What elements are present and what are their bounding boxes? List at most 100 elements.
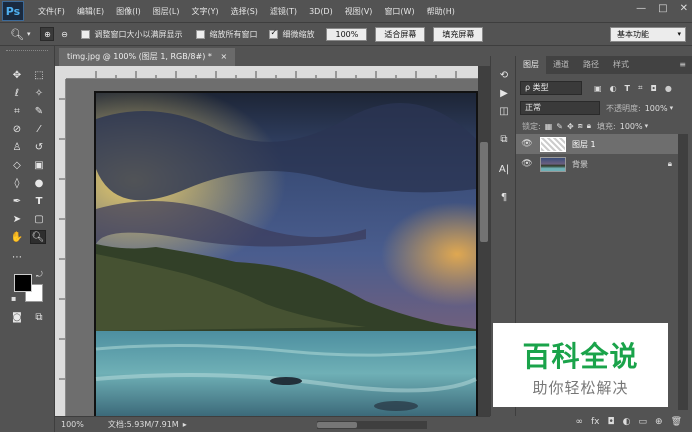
menu-filter[interactable]: 滤镜(T): [270, 6, 297, 17]
zoom-in-button[interactable]: ⊕: [40, 27, 55, 41]
delete-layer-icon[interactable]: 🗑: [671, 417, 682, 427]
new-layer-icon[interactable]: ⊕: [655, 417, 663, 427]
zoom-tool-preset[interactable]: 🔍︎ ▾: [10, 28, 30, 41]
document-tab[interactable]: timg.jpg @ 100% (图层 1, RGB/8#) * ×: [59, 48, 236, 66]
paragraph-panel-icon[interactable]: ¶: [496, 190, 512, 204]
layer-name[interactable]: 背景: [572, 159, 588, 170]
layer-name[interactable]: 图层 1: [572, 139, 596, 150]
marquee-tool-icon[interactable]: ⬚: [31, 68, 47, 82]
tab-layers[interactable]: 图层: [516, 56, 546, 74]
filter-adjustment-icon[interactable]: ◐: [610, 84, 617, 93]
brush-tool-icon[interactable]: ⁄: [31, 122, 47, 136]
opacity-input[interactable]: 100%: [645, 104, 668, 113]
filter-smart-object-icon[interactable]: ◘: [651, 84, 657, 93]
shape-tool-icon[interactable]: ▢: [31, 212, 47, 226]
hand-tool-icon[interactable]: ✋: [9, 230, 25, 244]
canvas-vertical-scrollbar[interactable]: [478, 66, 490, 416]
chevron-down-icon[interactable]: ▾: [670, 104, 674, 112]
clone-source-panel-icon[interactable]: ⧉: [496, 132, 512, 146]
horizontal-scroll-thumb[interactable]: [317, 422, 357, 428]
blur-tool-icon[interactable]: ◊: [9, 176, 25, 190]
menu-type[interactable]: 文字(Y): [191, 6, 218, 17]
gradient-tool-icon[interactable]: ▣: [31, 158, 47, 172]
tab-styles[interactable]: 样式: [606, 56, 636, 74]
layer-row-layer1[interactable]: 👁︎ 图层 1: [516, 134, 678, 154]
resize-windows-checkbox[interactable]: [81, 29, 91, 39]
panel-menu-icon[interactable]: ≡: [679, 56, 686, 74]
magic-wand-tool-icon[interactable]: ✧: [31, 86, 47, 100]
filter-shape-icon[interactable]: ⌗: [638, 83, 643, 93]
close-button[interactable]: ✕: [680, 3, 688, 14]
resize-windows-option[interactable]: 调整窗口大小以满屏显示: [81, 29, 182, 40]
filter-toggle-icon[interactable]: ●: [665, 84, 672, 93]
lock-image-icon[interactable]: ✎: [556, 122, 563, 131]
layer-style-icon[interactable]: fx: [591, 417, 600, 427]
pen-tool-icon[interactable]: ✒: [9, 194, 25, 208]
screen-mode-icon[interactable]: ⧉: [31, 310, 47, 324]
swap-colors-icon[interactable]: ⤾: [36, 270, 43, 280]
fill-screen-button[interactable]: 填充屏幕: [433, 26, 484, 42]
tab-channels[interactable]: 通道: [546, 56, 576, 74]
actions-panel-icon[interactable]: ▶: [496, 86, 512, 100]
zoom-all-option[interactable]: 缩放所有窗口: [196, 29, 257, 40]
lock-artboard-icon[interactable]: ⧈: [578, 121, 583, 131]
lock-position-icon[interactable]: ✥: [567, 122, 574, 131]
move-tool-icon[interactable]: ✥: [9, 68, 25, 82]
workspace-select[interactable]: 基本功能 ▾: [610, 27, 686, 42]
status-zoom[interactable]: 100%: [61, 420, 84, 429]
default-colors-icon[interactable]: ▪: [11, 294, 16, 303]
history-brush-tool-icon[interactable]: ↺: [31, 140, 47, 154]
more-tools-icon[interactable]: ⋯: [9, 250, 25, 264]
tab-paths[interactable]: 路径: [576, 56, 606, 74]
add-mask-icon[interactable]: ◘: [608, 417, 615, 427]
eraser-tool-icon[interactable]: ◇: [9, 158, 25, 172]
zoom-100-button[interactable]: 100%: [326, 27, 368, 41]
foreground-color-swatch[interactable]: [14, 274, 32, 292]
menu-select[interactable]: 选择(S): [231, 6, 258, 17]
close-tab-icon[interactable]: ×: [220, 52, 227, 61]
minimize-button[interactable]: —: [636, 3, 646, 14]
status-arrow-icon[interactable]: ▸: [183, 420, 187, 429]
blend-mode-select[interactable]: 正常: [520, 101, 600, 115]
link-layers-icon[interactable]: ∞: [576, 417, 584, 427]
new-group-icon[interactable]: ▭: [639, 417, 648, 427]
clone-stamp-tool-icon[interactable]: ♙: [9, 140, 25, 154]
layer-filter-select[interactable]: ρ 类型: [520, 81, 582, 95]
eyedropper-tool-icon[interactable]: ✎: [31, 104, 47, 118]
canvas-horizontal-scrollbar[interactable]: [317, 421, 427, 429]
menu-help[interactable]: 帮助(H): [427, 6, 455, 17]
fill-input[interactable]: 100%: [620, 122, 643, 131]
visibility-eye-icon[interactable]: 👁︎: [520, 139, 534, 149]
menu-3d[interactable]: 3D(D): [309, 7, 333, 16]
zoom-all-checkbox[interactable]: [196, 29, 206, 39]
menu-window[interactable]: 窗口(W): [384, 6, 414, 17]
adjustment-layer-icon[interactable]: ◐: [623, 417, 631, 427]
document-canvas[interactable]: [66, 79, 478, 416]
chevron-down-icon[interactable]: ▾: [645, 122, 649, 130]
type-tool-icon[interactable]: T: [31, 194, 47, 208]
menu-layer[interactable]: 图层(L): [153, 6, 180, 17]
quick-mask-icon[interactable]: ◙: [9, 310, 25, 324]
visibility-eye-icon[interactable]: 👁︎: [520, 159, 534, 169]
scrubby-zoom-option[interactable]: 细微缩放: [269, 28, 314, 40]
lock-all-icon[interactable]: 🔒︎: [587, 121, 591, 131]
layers-scrollbar[interactable]: [678, 134, 688, 410]
layer-row-background[interactable]: 👁︎ 背景 🔒︎: [516, 154, 678, 174]
healing-brush-tool-icon[interactable]: ⊘: [9, 122, 25, 136]
lasso-tool-icon[interactable]: ℓ: [9, 86, 25, 100]
history-panel-icon[interactable]: ⟲: [496, 68, 512, 82]
character-panel-icon[interactable]: A|: [496, 162, 512, 176]
zoom-out-button[interactable]: ⊖: [57, 27, 71, 41]
scrubby-zoom-checkbox[interactable]: [269, 28, 279, 39]
dodge-tool-icon[interactable]: ●: [31, 176, 47, 190]
menu-image[interactable]: 图像(I): [116, 6, 141, 17]
canvas-scroll-thumb[interactable]: [480, 142, 488, 242]
menu-file[interactable]: 文件(F): [38, 6, 65, 17]
menu-edit[interactable]: 编辑(E): [77, 6, 104, 17]
lock-transparency-icon[interactable]: ▦: [545, 122, 553, 131]
path-selection-tool-icon[interactable]: ➤: [9, 212, 25, 226]
properties-panel-icon[interactable]: ◫: [496, 104, 512, 118]
menu-view[interactable]: 视图(V): [345, 6, 373, 17]
crop-tool-icon[interactable]: ⌗: [9, 104, 25, 118]
zoom-tool-icon[interactable]: 🔍︎: [30, 230, 46, 244]
